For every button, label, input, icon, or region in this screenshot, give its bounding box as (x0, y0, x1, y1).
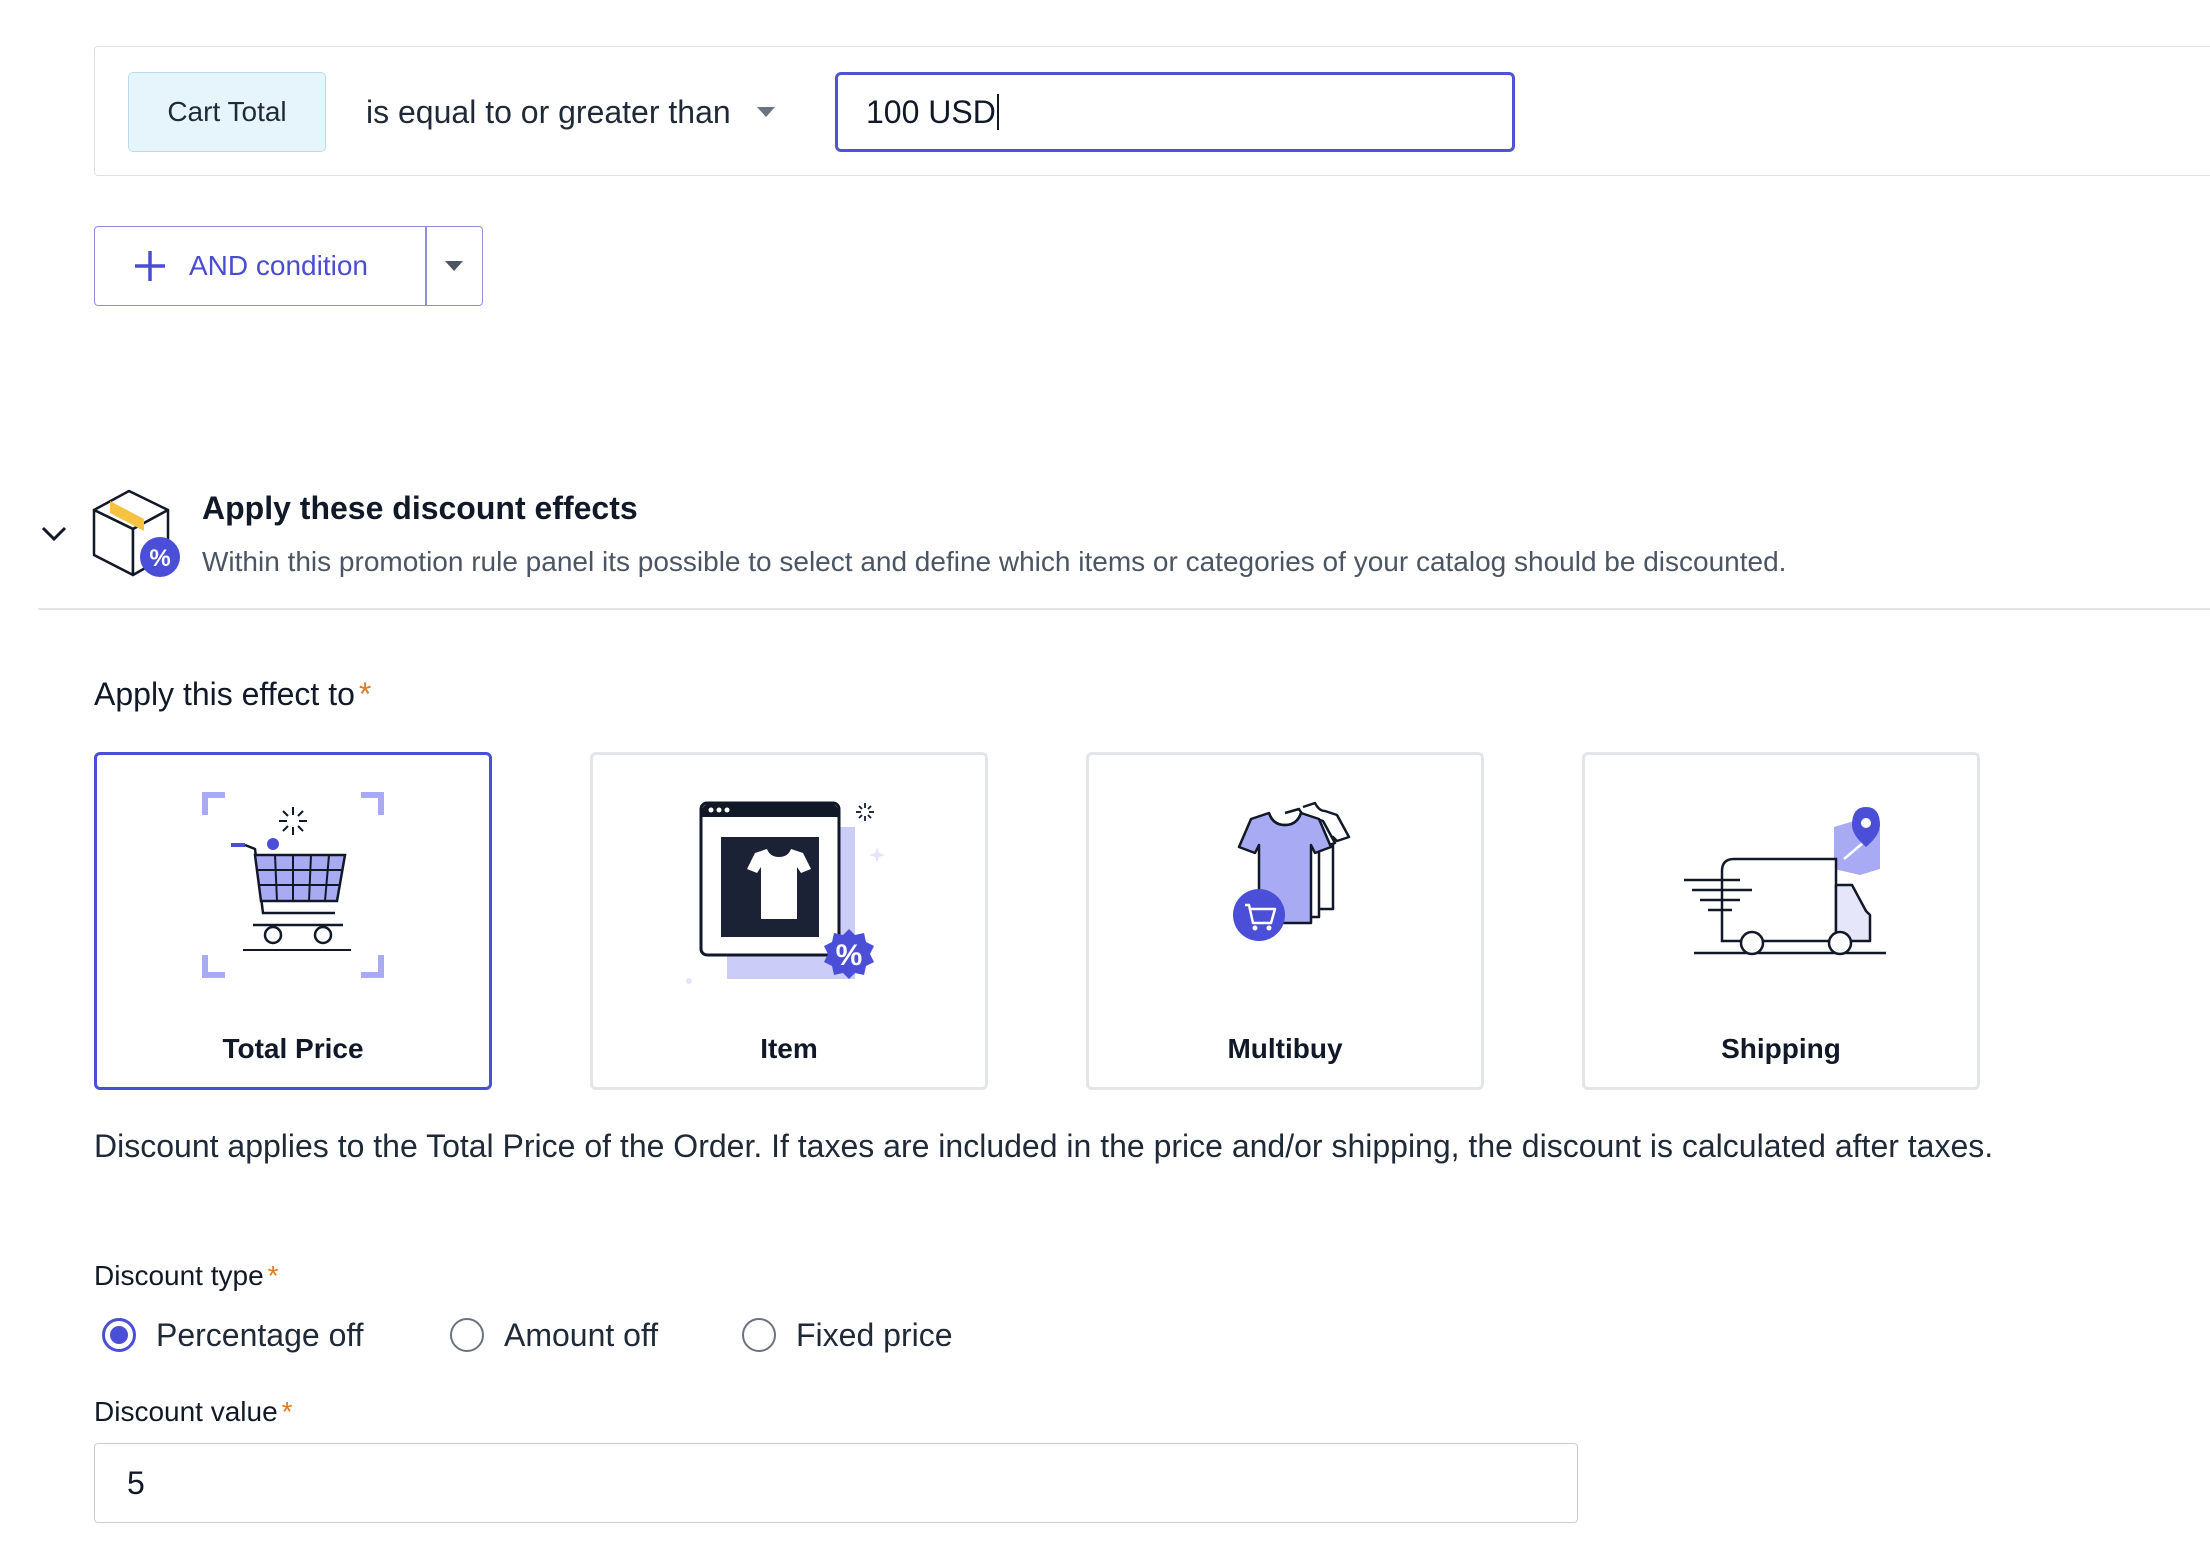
svg-text:%: % (149, 545, 170, 572)
svg-text:%: % (836, 939, 863, 972)
effect-card-multibuy[interactable]: Multibuy (1086, 752, 1484, 1090)
radio-button[interactable] (450, 1318, 484, 1352)
caret-down-icon (756, 107, 775, 117)
item-shirt-icon: % (686, 801, 885, 984)
condition-operator-select[interactable]: is equal to or greater than (366, 84, 775, 140)
effect-card-label: Multibuy (1227, 1033, 1343, 1064)
apply-to-label: Apply this effect to * (94, 676, 371, 713)
and-condition-dropdown-button[interactable] (427, 227, 483, 305)
condition-operator-label: is equal to or greater than (366, 93, 731, 130)
chevron-down-icon[interactable] (40, 525, 68, 543)
radio-fixed-price[interactable]: Fixed price (742, 1317, 953, 1354)
caret-down-icon (445, 261, 464, 271)
condition-value-input[interactable]: 100 USD (835, 72, 1515, 152)
multibuy-shirts-icon (1233, 801, 1351, 941)
section-description: Within this promotion rule panel its pos… (202, 546, 1787, 577)
discount-box-icon: % (92, 489, 180, 577)
required-marker: * (281, 1396, 293, 1427)
radio-amount-off[interactable]: Amount off (450, 1317, 742, 1354)
required-marker: * (267, 1260, 279, 1291)
and-condition-label: AND condition (189, 250, 368, 281)
shipping-truck-icon (1684, 807, 1886, 956)
effect-card-total-price[interactable]: Total Price (94, 752, 492, 1090)
effect-card-label: Total Price (222, 1033, 364, 1064)
plus-icon (135, 251, 165, 281)
discount-value-label-text: Discount value (94, 1396, 278, 1427)
radio-label: Fixed price (796, 1316, 953, 1353)
condition-field-tag[interactable]: Cart Total (128, 72, 326, 152)
section-divider (38, 608, 2210, 610)
text-cursor (996, 94, 999, 130)
discount-value-label: Discount value * (94, 1396, 293, 1428)
radio-button-checked[interactable] (102, 1318, 136, 1352)
discount-value-text: 5 (127, 1464, 145, 1501)
discount-type-radio-group: Percentage off Amount off Fixed price (102, 1310, 953, 1360)
apply-to-label-text: Apply this effect to (94, 676, 355, 712)
shopping-cart-icon (202, 792, 384, 978)
radio-label: Amount off (504, 1316, 659, 1353)
section-title: Apply these discount effects (202, 490, 638, 526)
radio-label: Percentage off (156, 1316, 364, 1353)
and-condition-split-button: AND condition (94, 226, 483, 306)
radio-button[interactable] (742, 1318, 776, 1352)
condition-value-text: 100 USD (866, 93, 996, 130)
effect-card-label: Shipping (1721, 1033, 1841, 1064)
effect-card-label: Item (760, 1033, 818, 1064)
effect-card-item[interactable]: % Item (590, 752, 988, 1090)
and-condition-button[interactable]: AND condition (95, 227, 425, 305)
required-marker: * (358, 676, 372, 712)
discount-type-label: Discount type * (94, 1260, 279, 1292)
radio-percentage-off[interactable]: Percentage off (102, 1317, 450, 1354)
discount-type-label-text: Discount type (94, 1260, 264, 1291)
effect-card-shipping[interactable]: Shipping (1582, 752, 1980, 1090)
discount-value-input[interactable]: 5 (94, 1443, 1578, 1523)
effect-info-text: Discount applies to the Total Price of t… (94, 1128, 1994, 1164)
